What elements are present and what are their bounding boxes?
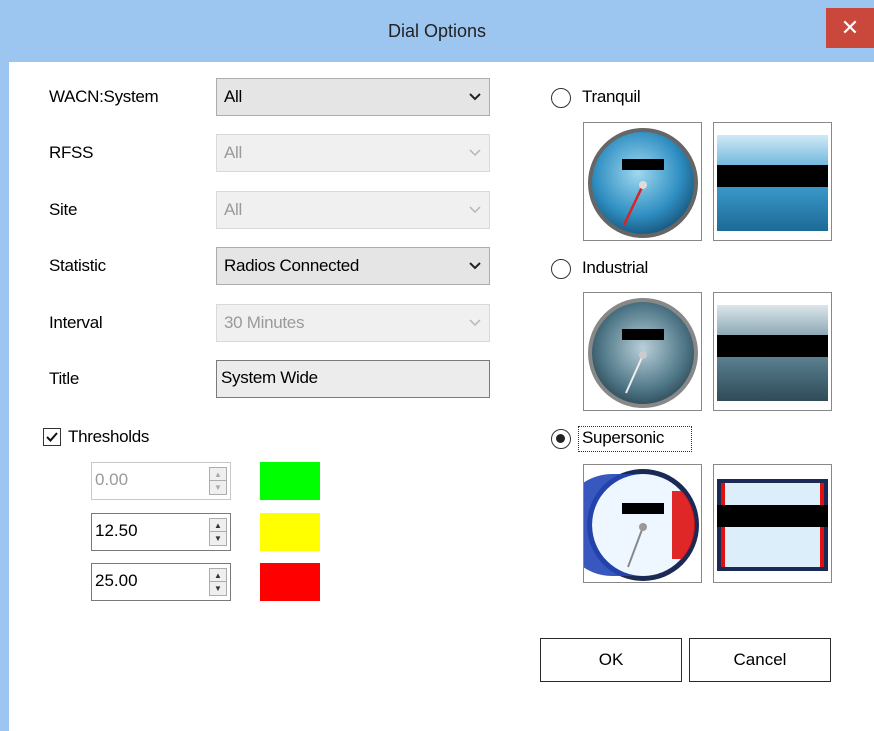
statistic-dropdown[interactable]: Radios Connected xyxy=(216,247,490,285)
title-input-value: System Wide xyxy=(221,368,318,387)
close-icon: ✕ xyxy=(840,15,860,40)
threshold-color-mid[interactable] xyxy=(260,513,320,551)
rfss-value: All xyxy=(224,143,242,162)
interval-dropdown[interactable]: 30 Minutes xyxy=(216,304,490,342)
threshold-color-high[interactable] xyxy=(260,563,320,601)
checkmark-icon xyxy=(46,432,58,442)
chevron-down-icon xyxy=(469,262,481,270)
close-button[interactable]: ✕ xyxy=(826,8,874,48)
ok-button[interactable]: OK xyxy=(540,638,682,682)
threshold-value-high: 25.00 xyxy=(95,571,138,590)
chevron-down-icon xyxy=(469,93,481,101)
window-title: Dial Options xyxy=(387,21,487,41)
statistic-label: Statistic xyxy=(49,256,106,275)
industrial-label: Industrial xyxy=(582,258,648,277)
site-dropdown[interactable]: All xyxy=(216,191,490,229)
thresholds-checkbox[interactable] xyxy=(43,428,61,446)
site-label: Site xyxy=(49,200,78,219)
threshold-stepper-mid[interactable]: 12.50 ▲ ▼ xyxy=(91,513,231,551)
interval-value: 30 Minutes xyxy=(224,313,305,332)
stepper-down-icon[interactable]: ▼ xyxy=(210,532,226,545)
cancel-button[interactable]: Cancel xyxy=(689,638,831,682)
supersonic-dial-preview[interactable] xyxy=(583,464,702,583)
threshold-stepper-low[interactable]: 0.00 ▲ ▼ xyxy=(91,462,231,500)
supersonic-bar-preview[interactable] xyxy=(713,464,832,583)
tranquil-dial-preview[interactable] xyxy=(583,122,702,241)
stepper-up-icon[interactable]: ▲ xyxy=(210,519,226,532)
tranquil-bar-preview[interactable] xyxy=(713,122,832,241)
wacn-system-value: All xyxy=(224,87,242,106)
stepper-up-icon[interactable]: ▲ xyxy=(210,468,226,481)
threshold-value-mid: 12.50 xyxy=(95,521,138,540)
stepper-down-icon[interactable]: ▼ xyxy=(210,481,226,494)
threshold-color-low[interactable] xyxy=(260,462,320,500)
chevron-down-icon xyxy=(469,206,481,214)
stepper-up-icon[interactable]: ▲ xyxy=(210,569,226,582)
industrial-bar-preview[interactable] xyxy=(713,292,832,411)
supersonic-label: Supersonic xyxy=(582,428,665,447)
stepper-buttons[interactable]: ▲ ▼ xyxy=(209,467,227,495)
wacn-system-label: WACN:System xyxy=(49,87,159,106)
supersonic-radio[interactable] xyxy=(551,429,571,449)
statistic-value: Radios Connected xyxy=(224,256,360,275)
wacn-system-dropdown[interactable]: All xyxy=(216,78,490,116)
rfss-dropdown[interactable]: All xyxy=(216,134,490,172)
thresholds-label: Thresholds xyxy=(68,427,150,446)
tranquil-radio[interactable] xyxy=(551,88,571,108)
interval-label: Interval xyxy=(49,313,103,332)
chevron-down-icon xyxy=(469,319,481,327)
industrial-dial-preview[interactable] xyxy=(583,292,702,411)
stepper-buttons[interactable]: ▲ ▼ xyxy=(209,518,227,546)
threshold-stepper-high[interactable]: 25.00 ▲ ▼ xyxy=(91,563,231,601)
rfss-label: RFSS xyxy=(49,143,94,162)
window-border xyxy=(0,62,9,731)
tranquil-label: Tranquil xyxy=(582,87,641,106)
site-value: All xyxy=(224,200,242,219)
threshold-value-low: 0.00 xyxy=(95,470,129,489)
radio-selected-dot xyxy=(556,434,565,443)
stepper-buttons[interactable]: ▲ ▼ xyxy=(209,568,227,596)
title-label: Title xyxy=(49,369,79,388)
chevron-down-icon xyxy=(469,149,481,157)
industrial-radio[interactable] xyxy=(551,259,571,279)
title-input[interactable]: System Wide xyxy=(216,360,490,398)
stepper-down-icon[interactable]: ▼ xyxy=(210,582,226,595)
